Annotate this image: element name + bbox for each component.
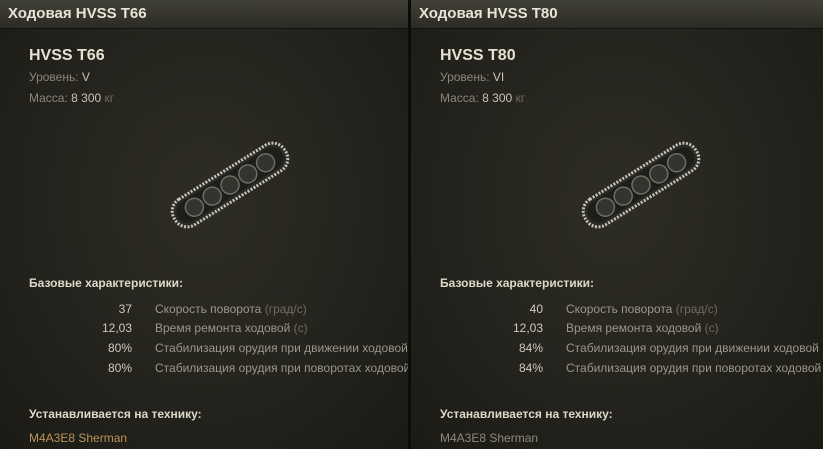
level-value: VI bbox=[492, 70, 505, 84]
stat-row: 80% Стабилизация орудия при поворотах хо… bbox=[0, 361, 408, 377]
module-name: HVSS T66 bbox=[29, 47, 105, 64]
stat-unit: (с) bbox=[704, 321, 719, 335]
level-label: Уровень: bbox=[440, 70, 490, 84]
stat-row: 37 Скорость поворота (град/с) bbox=[0, 302, 408, 318]
mass-value: 8 300 bbox=[71, 91, 102, 105]
install-header: Устанавливается на технику: bbox=[440, 407, 613, 421]
mass-label: Масса: bbox=[440, 91, 479, 105]
mass-label: Масса: bbox=[29, 91, 68, 105]
stat-value: 40 bbox=[529, 302, 543, 316]
module-panel-hvss-t80: Ходовая HVSS T80 HVSS T80 Уровень: VI Ма… bbox=[411, 0, 823, 449]
module-mass: Масса: 8 300 кг bbox=[29, 91, 114, 105]
module-level: Уровень: VI bbox=[440, 70, 504, 84]
stat-label: Время ремонта ходовой bbox=[566, 321, 702, 335]
stat-row: 80% Стабилизация орудия при движении ход… bbox=[0, 341, 408, 357]
vehicle-link[interactable]: M4A3E8 Sherman bbox=[29, 431, 127, 445]
mass-value: 8 300 bbox=[482, 91, 513, 105]
stat-value: 12,03 bbox=[101, 321, 132, 335]
track-suspension-icon bbox=[581, 141, 701, 229]
stat-value: 84% bbox=[518, 341, 543, 355]
stat-label: Стабилизация орудия при поворотах ходово… bbox=[155, 361, 408, 375]
stat-value: 80% bbox=[107, 361, 132, 375]
stat-row: 84% Стабилизация орудия при движении ход… bbox=[411, 341, 823, 357]
stat-row: 84% Стабилизация орудия при поворотах хо… bbox=[411, 361, 823, 377]
level-value: V bbox=[81, 70, 90, 84]
module-name: HVSS T80 bbox=[440, 47, 516, 64]
stat-value: 12,03 bbox=[512, 321, 543, 335]
window-titlebar[interactable]: Ходовая HVSS T80 bbox=[411, 0, 823, 29]
stat-label: Стабилизация орудия при поворотах ходово… bbox=[566, 361, 822, 375]
window-title: Ходовая HVSS T66 bbox=[8, 5, 147, 22]
stat-row: 40 Скорость поворота (град/с) bbox=[411, 302, 823, 318]
stat-unit: (с) bbox=[293, 321, 308, 335]
window-titlebar[interactable]: Ходовая HVSS T66 bbox=[0, 0, 408, 29]
base-stats-header: Базовые характеристики: bbox=[440, 276, 594, 290]
stat-value: 80% bbox=[107, 341, 132, 355]
track-suspension-icon bbox=[170, 141, 290, 229]
stat-value: 84% bbox=[518, 361, 543, 375]
vehicle-link[interactable]: M4A3E8 Sherman bbox=[440, 431, 538, 445]
stat-label: Время ремонта ходовой bbox=[155, 321, 291, 335]
level-label: Уровень: bbox=[29, 70, 79, 84]
module-level: Уровень: V bbox=[29, 70, 90, 84]
mass-unit: кг bbox=[515, 91, 526, 105]
stat-row: 12,03 Время ремонта ходовой (с) bbox=[0, 321, 408, 337]
install-header: Устанавливается на технику: bbox=[29, 407, 202, 421]
window-title: Ходовая HVSS T80 bbox=[419, 5, 558, 22]
stat-unit: (град/с) bbox=[264, 302, 307, 316]
module-mass: Масса: 8 300 кг bbox=[440, 91, 525, 105]
stat-label: Скорость поворота bbox=[566, 302, 673, 316]
base-stats-header: Базовые характеристики: bbox=[29, 276, 183, 290]
stat-unit: (град/с) bbox=[675, 302, 718, 316]
stat-value: 37 bbox=[118, 302, 132, 316]
stat-label: Стабилизация орудия при движении ходовой bbox=[155, 341, 408, 355]
stat-label: Скорость поворота bbox=[155, 302, 262, 316]
module-panel-hvss-t66: Ходовая HVSS T66 HVSS T66 Уровень: V Мас… bbox=[0, 0, 408, 449]
mass-unit: кг bbox=[104, 91, 115, 105]
stat-label: Стабилизация орудия при движении ходовой bbox=[566, 341, 819, 355]
stat-row: 12,03 Время ремонта ходовой (с) bbox=[411, 321, 823, 337]
